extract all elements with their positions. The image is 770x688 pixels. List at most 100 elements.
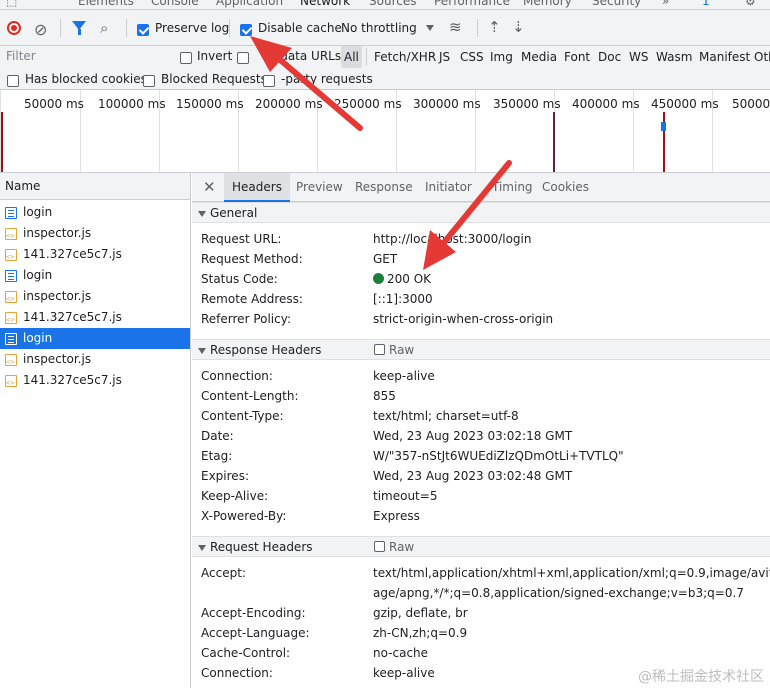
type-filter-media[interactable]: Media bbox=[521, 46, 557, 68]
header-row: Request Method: GET bbox=[192, 249, 770, 269]
blocked-filter-bar: Has blocked cookies Blocked Requests -pa… bbox=[0, 68, 770, 90]
type-filter-other[interactable]: Oth bbox=[754, 46, 770, 68]
header-value: text/html,application/xhtml+xml,applicat… bbox=[373, 566, 770, 580]
request-row-selected[interactable]: login bbox=[0, 328, 190, 349]
throttling-select[interactable]: No throttling bbox=[341, 21, 417, 35]
type-filter-js[interactable]: JS bbox=[439, 46, 450, 68]
network-toolbar: ⊘ ⌕ Preserve log Disable cache No thrott… bbox=[0, 10, 770, 46]
filter-input[interactable]: Filter bbox=[6, 49, 36, 63]
tab-security[interactable]: Security bbox=[592, 0, 641, 8]
header-row: Cache-Control: no-cache bbox=[192, 643, 770, 663]
response-headers-section-header[interactable]: Response Headers Raw bbox=[192, 339, 770, 360]
header-row: Content-Length: 855 bbox=[192, 386, 770, 406]
request-row[interactable]: inspector.js bbox=[0, 286, 190, 310]
section-title: Request Headers bbox=[210, 540, 313, 554]
header-value: gzip, deflate, br bbox=[373, 606, 468, 620]
type-filter-font[interactable]: Font bbox=[564, 46, 590, 68]
header-row: Etag: W/"357-nStJt6WUEdiZlzQDmOtLi+TVTLQ" bbox=[192, 446, 770, 466]
tab-memory[interactable]: Memory bbox=[523, 0, 572, 8]
script-icon bbox=[5, 373, 17, 394]
preserve-log-label: Preserve log bbox=[155, 21, 230, 35]
raw-checkbox[interactable] bbox=[374, 541, 385, 552]
expand-triangle-icon bbox=[198, 347, 206, 354]
raw-label: Raw bbox=[389, 540, 415, 554]
import-har-icon[interactable]: ⇡ bbox=[488, 18, 501, 36]
type-filter-wasm[interactable]: Wasm bbox=[656, 46, 692, 68]
header-key: Referrer Policy: bbox=[201, 312, 291, 326]
request-headers-section-header[interactable]: Request Headers Raw bbox=[192, 536, 770, 557]
name-column-header[interactable]: Name bbox=[0, 173, 190, 200]
search-icon[interactable]: ⌕ bbox=[100, 19, 108, 37]
type-filter-css[interactable]: CSS bbox=[460, 46, 484, 68]
request-row[interactable]: 141.327ce5c7.js bbox=[0, 244, 190, 268]
request-row[interactable]: login bbox=[0, 265, 190, 286]
request-name: 141.327ce5c7.js bbox=[23, 373, 122, 387]
tab-initiator[interactable]: Initiator bbox=[425, 173, 472, 202]
request-name: inspector.js bbox=[23, 289, 92, 303]
type-filter-img[interactable]: Img bbox=[490, 46, 513, 68]
settings-icon[interactable]: ⚙ bbox=[745, 0, 756, 8]
request-row[interactable]: inspector.js bbox=[0, 349, 190, 373]
tab-application[interactable]: Application bbox=[216, 0, 283, 8]
tab-network[interactable]: Network bbox=[300, 0, 350, 9]
expand-triangle-icon bbox=[198, 210, 206, 217]
timeline-overview[interactable]: 50000 ms 100000 ms 150000 ms 200000 ms 2… bbox=[0, 90, 770, 173]
close-icon[interactable]: ✕ bbox=[203, 173, 216, 202]
toolbar-separator bbox=[229, 19, 230, 37]
header-key: Cache-Control: bbox=[201, 646, 291, 660]
request-row[interactable]: inspector.js bbox=[0, 223, 190, 247]
raw-checkbox[interactable] bbox=[374, 344, 385, 355]
tab-console[interactable]: Console bbox=[151, 0, 199, 8]
tab-preview[interactable]: Preview bbox=[296, 173, 343, 202]
preserve-log-checkbox[interactable] bbox=[137, 22, 149, 36]
third-party-checkbox[interactable] bbox=[263, 73, 275, 87]
request-row[interactable]: 141.327ce5c7.js bbox=[0, 370, 190, 394]
tab-cookies[interactable]: Cookies bbox=[542, 173, 589, 202]
clear-icon[interactable]: ⊘ bbox=[34, 20, 47, 39]
header-row: Date: Wed, 23 Aug 2023 03:02:18 GMT bbox=[192, 426, 770, 446]
header-value: no-cache bbox=[373, 646, 429, 660]
tab-elements[interactable]: Elements bbox=[78, 0, 134, 8]
tab-performance[interactable]: Performance bbox=[434, 0, 510, 8]
header-value: [::1]:3000 bbox=[373, 292, 433, 306]
disable-cache-checkbox[interactable] bbox=[240, 22, 252, 36]
type-filter-fetch-xhr[interactable]: Fetch/XHR bbox=[374, 46, 436, 68]
type-filter-ws[interactable]: WS bbox=[629, 46, 648, 68]
tab-timing[interactable]: Timing bbox=[492, 173, 533, 202]
header-row: Keep-Alive: timeout=5 bbox=[192, 486, 770, 506]
type-filter-all[interactable]: All bbox=[341, 46, 362, 68]
general-section-header[interactable]: General bbox=[192, 202, 770, 223]
network-conditions-icon[interactable]: ≋ bbox=[449, 18, 462, 36]
has-blocked-cookies-checkbox[interactable] bbox=[7, 73, 19, 87]
export-har-icon[interactable]: ⇣ bbox=[512, 18, 525, 36]
tab-headers[interactable]: Headers bbox=[224, 173, 290, 202]
header-row: X-Powered-By: Express bbox=[192, 506, 770, 526]
issues-badge[interactable]: 1 bbox=[702, 0, 710, 8]
hide-data-urls-label: e data URLs bbox=[269, 49, 342, 63]
request-row[interactable]: 141.327ce5c7.js bbox=[0, 307, 190, 331]
tab-sources[interactable]: Sources bbox=[369, 0, 416, 8]
header-key: Accept-Language: bbox=[201, 626, 310, 640]
blocked-requests-checkbox[interactable] bbox=[143, 73, 155, 87]
script-icon bbox=[5, 247, 17, 268]
script-icon bbox=[5, 310, 17, 331]
type-filter-doc[interactable]: Doc bbox=[598, 46, 621, 68]
header-value: strict-origin-when-cross-origin bbox=[373, 312, 554, 326]
inspect-icon[interactable]: ⬚ bbox=[6, 0, 17, 8]
hide-data-urls-checkbox[interactable] bbox=[237, 50, 249, 64]
header-key: Status Code: bbox=[201, 272, 278, 286]
header-key: Connection: bbox=[201, 666, 273, 680]
tab-response[interactable]: Response bbox=[355, 173, 413, 202]
type-filter-manifest[interactable]: Manifest bbox=[699, 46, 750, 68]
chevron-down-icon[interactable] bbox=[426, 25, 434, 31]
request-name: login bbox=[23, 205, 53, 219]
header-key: Accept-Encoding: bbox=[201, 606, 306, 620]
more-tabs-icon[interactable]: » bbox=[662, 0, 669, 8]
status-code-value: 200 OK bbox=[373, 269, 431, 289]
header-key: Keep-Alive: bbox=[201, 489, 269, 503]
record-icon[interactable] bbox=[7, 21, 21, 35]
header-row: Status Code: 200 OK bbox=[192, 269, 770, 289]
header-value: Express bbox=[373, 509, 420, 523]
invert-checkbox[interactable] bbox=[180, 50, 192, 64]
request-row[interactable]: login bbox=[0, 202, 190, 223]
